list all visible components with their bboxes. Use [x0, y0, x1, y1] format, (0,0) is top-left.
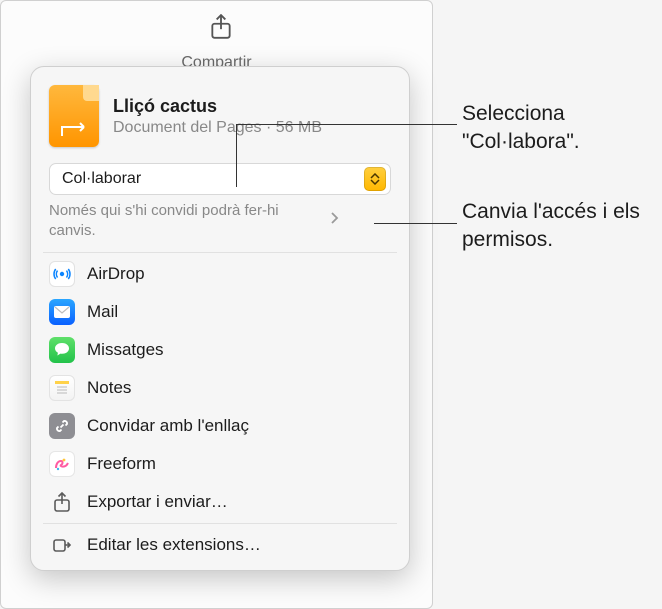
callout-text: Canvia l'accés i els permisos.: [462, 198, 662, 255]
notes-icon: [49, 375, 75, 401]
callout-leader: [236, 124, 457, 125]
updown-stepper-icon[interactable]: [364, 167, 386, 191]
collaborate-mode-select[interactable]: Col·laborar: [49, 163, 391, 195]
document-header: Lliçó cactus Document del Pages · 56 MB: [31, 81, 409, 159]
extensions-icon: [49, 532, 75, 558]
permissions-text: Només qui s'hi convidi podrà fer-hi canv…: [49, 201, 329, 242]
document-title: Lliçó cactus: [113, 96, 391, 117]
share-option-label: Convidar amb l'enllaç: [87, 416, 249, 436]
share-option-freeform[interactable]: Freeform: [31, 445, 409, 483]
share-option-mail[interactable]: Mail: [31, 293, 409, 331]
mail-icon: [49, 299, 75, 325]
share-option-label: Missatges: [87, 340, 164, 360]
edit-extensions[interactable]: Editar les extensions…: [31, 526, 409, 564]
share-option-label: Exportar i enviar…: [87, 492, 228, 512]
callout-leader: [374, 223, 457, 224]
share-option-messages[interactable]: Missatges: [31, 331, 409, 369]
document-meta: Document del Pages · 56 MB: [113, 119, 391, 137]
document-icon: [49, 85, 99, 147]
divider: [43, 523, 397, 524]
share-option-label: AirDrop: [87, 264, 145, 284]
share-option-invite-link[interactable]: Convidar amb l'enllaç: [31, 407, 409, 445]
link-icon: [49, 413, 75, 439]
divider: [43, 252, 397, 253]
share-popover: Lliçó cactus Document del Pages · 56 MB …: [30, 66, 410, 571]
share-option-label: Freeform: [87, 454, 156, 474]
collaborate-mode-label: Col·laborar: [62, 170, 141, 188]
messages-icon: [49, 337, 75, 363]
airdrop-icon: [49, 261, 75, 287]
share-icon[interactable]: [210, 14, 232, 40]
chevron-right-icon: [329, 211, 339, 231]
share-option-airdrop[interactable]: AirDrop: [31, 255, 409, 293]
export-icon: [49, 489, 75, 515]
freeform-icon: [49, 451, 75, 477]
share-option-export[interactable]: Exportar i enviar…: [31, 483, 409, 521]
share-option-label: Mail: [87, 302, 118, 322]
callout-leader: [236, 124, 237, 187]
share-option-notes[interactable]: Notes: [31, 369, 409, 407]
share-option-label: Notes: [87, 378, 131, 398]
callout-text: Selecciona "Col·labora".: [462, 100, 662, 157]
edit-extensions-label: Editar les extensions…: [87, 535, 261, 555]
permissions-row[interactable]: Només qui s'hi convidi podrà fer-hi canv…: [49, 201, 391, 242]
